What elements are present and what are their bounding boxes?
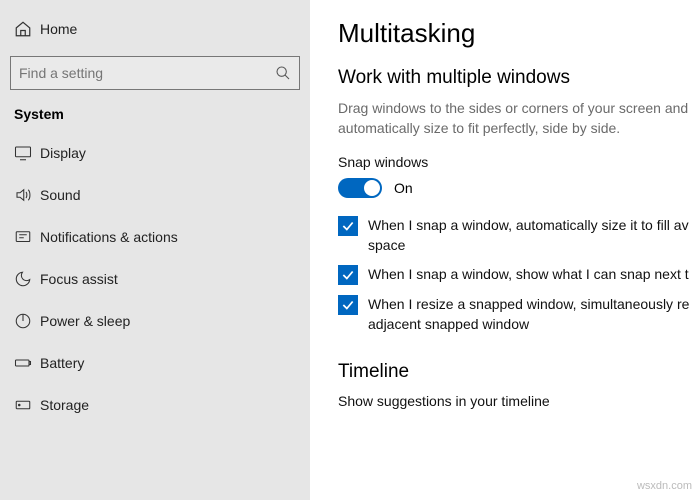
toggle-knob <box>364 180 380 196</box>
storage-icon <box>14 396 40 414</box>
display-icon <box>14 144 40 162</box>
checkbox-checked-icon <box>338 265 358 285</box>
search-input-container[interactable] <box>10 56 300 90</box>
home-icon <box>14 20 40 38</box>
sidebar-item-display[interactable]: Display <box>0 132 310 174</box>
snap-windows-label: Snap windows <box>338 154 700 170</box>
sidebar-item-label: Focus assist <box>40 271 118 287</box>
watermark: wsxdn.com <box>637 480 692 492</box>
sidebar-item-label: Power & sleep <box>40 313 130 329</box>
sidebar-item-battery[interactable]: Battery <box>0 342 310 384</box>
sidebar-item-home[interactable]: Home <box>0 8 310 50</box>
sound-icon <box>14 186 40 204</box>
notifications-icon <box>14 228 40 246</box>
checkbox-checked-icon <box>338 295 358 315</box>
check-label: When I snap a window, show what I can sn… <box>368 265 689 285</box>
sidebar-item-label: Battery <box>40 355 84 371</box>
search-input[interactable] <box>19 65 269 81</box>
sidebar: Home System Display Sound Notifica <box>0 0 310 500</box>
snap-option-show-next[interactable]: When I snap a window, show what I can sn… <box>338 265 700 285</box>
sidebar-item-power-sleep[interactable]: Power & sleep <box>0 300 310 342</box>
section-heading-timeline: Timeline <box>338 361 700 383</box>
power-icon <box>14 312 40 330</box>
sidebar-item-label: Storage <box>40 397 89 413</box>
home-label: Home <box>40 21 77 37</box>
battery-icon <box>14 354 40 372</box>
sidebar-item-sound[interactable]: Sound <box>0 174 310 216</box>
main-content: Multitasking Work with multiple windows … <box>310 0 700 500</box>
sidebar-item-label: Notifications & actions <box>40 229 178 245</box>
check-label: When I snap a window, automatically size… <box>368 216 700 255</box>
sidebar-item-label: Display <box>40 145 86 161</box>
snap-option-resize-adjacent[interactable]: When I resize a snapped window, simultan… <box>338 295 700 334</box>
toggle-state-label: On <box>394 180 413 196</box>
search-icon <box>275 65 291 81</box>
sidebar-item-storage[interactable]: Storage <box>0 384 310 426</box>
sidebar-section-system: System <box>0 102 310 132</box>
page-title: Multitasking <box>338 18 700 49</box>
sidebar-item-notifications[interactable]: Notifications & actions <box>0 216 310 258</box>
section-description: Drag windows to the sides or corners of … <box>338 99 700 138</box>
checkbox-checked-icon <box>338 216 358 236</box>
focus-assist-icon <box>14 270 40 288</box>
snap-option-autosize[interactable]: When I snap a window, automatically size… <box>338 216 700 255</box>
timeline-suggestions-label: Show suggestions in your timeline <box>338 393 700 409</box>
snap-windows-toggle[interactable] <box>338 178 382 198</box>
sidebar-item-focus-assist[interactable]: Focus assist <box>0 258 310 300</box>
sidebar-item-label: Sound <box>40 187 80 203</box>
check-label: When I resize a snapped window, simultan… <box>368 295 700 334</box>
section-heading-work-windows: Work with multiple windows <box>338 67 700 89</box>
